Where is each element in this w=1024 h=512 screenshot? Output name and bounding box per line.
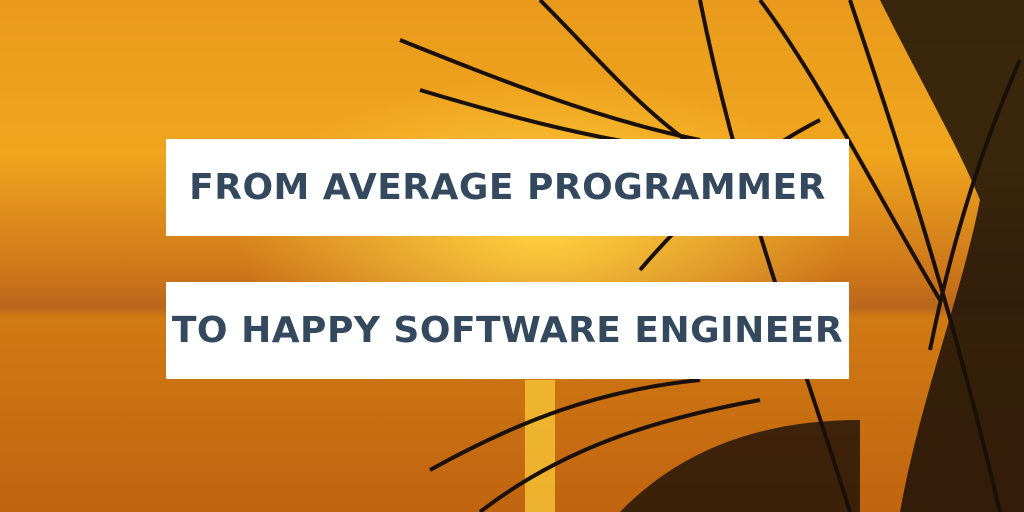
sunset-palm-background [0, 0, 1024, 512]
headline-box-bottom: TO HAPPY SOFTWARE ENGINEER [166, 282, 849, 379]
headline-box-top: FROM AVERAGE PROGRAMMER [166, 139, 849, 236]
headline-line-2: TO HAPPY SOFTWARE ENGINEER [171, 310, 844, 351]
headline-line-1: FROM AVERAGE PROGRAMMER [189, 167, 826, 208]
